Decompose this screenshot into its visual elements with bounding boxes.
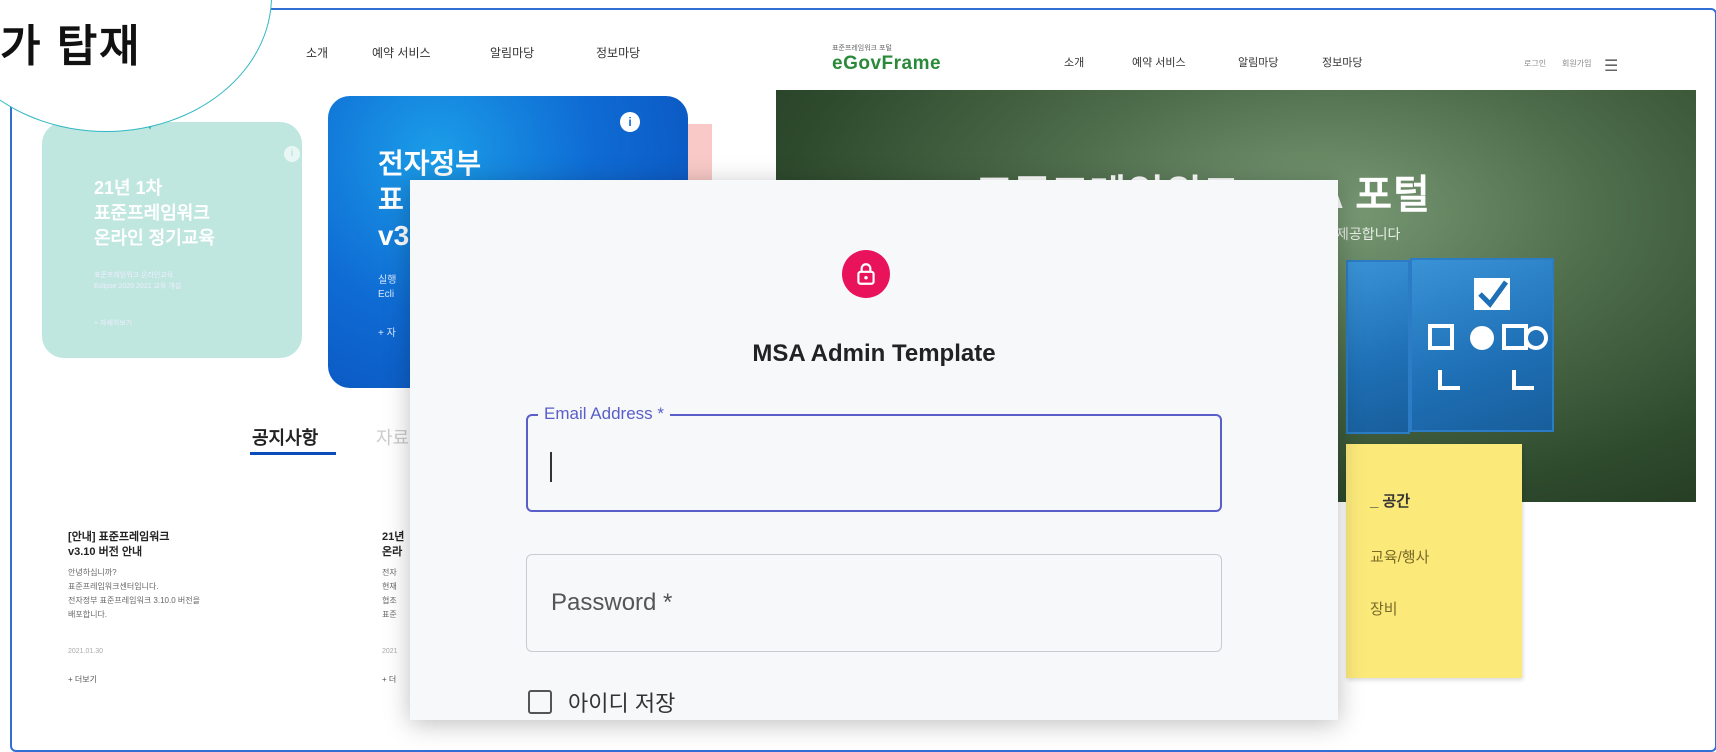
left-nav-info[interactable]: 정보마당 — [596, 44, 640, 61]
password-field[interactable]: Password * — [526, 554, 1222, 652]
tab-notices[interactable]: 공지사항 — [252, 424, 318, 450]
release-card-more[interactable]: + 자 — [378, 324, 396, 339]
notice-body: 안녕하십니까? 표준프레임워크센터입니다. 전자정부 표준프레임워크 3.10.… — [68, 568, 200, 619]
workflow-cube-icon — [1410, 258, 1554, 432]
right-nav-notices[interactable]: 알림마당 — [1238, 54, 1278, 70]
notice-title[interactable]: [안내] 표준프레임워크 v3.10 버전 안내 — [68, 530, 169, 560]
notice-body: 전자 현재 협조 표준 — [382, 568, 397, 619]
tab-active-indicator — [250, 452, 336, 455]
password-placeholder: Password * — [551, 589, 673, 616]
tab-resources[interactable]: 자료 — [376, 424, 409, 450]
menu-icon[interactable]: ☰ — [1604, 56, 1618, 76]
education-card[interactable]: i 21년 1차 표준프레임워크 온라인 정기교육 표준프레임워크 온라인교육 … — [42, 122, 302, 358]
release-card-desc: 실행 Ecli — [378, 275, 397, 300]
speech-bubble-text: 가 탑재 — [0, 22, 142, 71]
login-link[interactable]: 로그인 — [1524, 58, 1546, 69]
email-field[interactable]: Email Address * — [526, 404, 1222, 512]
info-icon[interactable]: i — [284, 146, 300, 162]
quick-link-equipment[interactable]: 장비 — [1370, 598, 1398, 619]
notice-title[interactable]: 21년 온라 — [382, 530, 404, 560]
education-card-title: 21년 1차 표준프레임워크 온라인 정기교육 — [94, 178, 215, 248]
quick-links-panel: _ 공간 교육/행사 장비 — [1346, 444, 1522, 678]
right-nav-reservation[interactable]: 예약 서비스 — [1132, 54, 1186, 70]
portal-subtitle: 표준프레임워크 포털 — [832, 45, 892, 52]
notice-more-link[interactable]: + 더보기 — [68, 674, 97, 685]
login-modal: MSA Admin Template Email Address * Passw… — [410, 180, 1338, 720]
left-nav-notices[interactable]: 알림마당 — [490, 44, 534, 61]
notice-date: 2021.01.30 — [68, 648, 104, 655]
info-icon[interactable]: i — [620, 112, 640, 132]
cube-graphic — [1346, 260, 1410, 434]
hero-subtitle: 제공합니다 — [1336, 226, 1401, 242]
egovframe-logo[interactable]: eGovFrame — [832, 53, 941, 75]
left-nav-reservation[interactable]: 예약 서비스 — [372, 44, 431, 61]
notice-more-link[interactable]: + 더 — [382, 674, 396, 685]
left-nav-intro[interactable]: 소개 — [306, 44, 328, 61]
email-label: Email Address * — [538, 404, 670, 424]
remember-id-checkbox[interactable] — [528, 690, 552, 714]
modal-title: MSA Admin Template — [752, 340, 996, 367]
text-cursor — [550, 452, 552, 482]
right-nav-info[interactable]: 정보마당 — [1322, 54, 1362, 70]
quick-link-space[interactable]: _ 공간 — [1370, 490, 1410, 511]
quick-link-education[interactable]: 교육/행사 — [1370, 546, 1429, 567]
right-nav-intro[interactable]: 소개 — [1064, 54, 1084, 70]
notice-date: 2021 — [382, 648, 398, 655]
signup-link[interactable]: 회원가입 — [1562, 58, 1591, 69]
education-card-more[interactable]: + 자세히보기 — [94, 318, 132, 328]
education-card-desc: 표준프레임워크 온라인교육 Eclipse 2020 2021 교육 개설 — [94, 272, 182, 290]
lock-icon — [842, 250, 890, 298]
remember-id-label[interactable]: 아이디 저장 — [568, 686, 675, 718]
